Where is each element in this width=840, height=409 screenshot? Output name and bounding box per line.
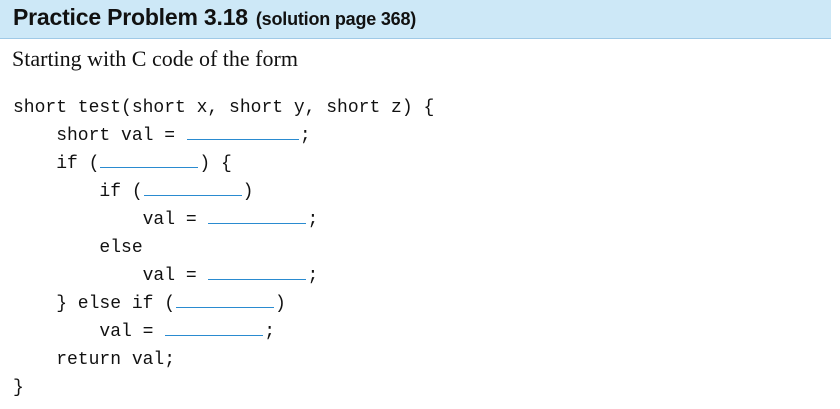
code-text: else <box>13 238 143 258</box>
code-text: ; <box>307 210 319 230</box>
code-line-6: else <box>13 234 434 262</box>
code-line-2: short val = ; <box>13 122 434 150</box>
fill-in-blank <box>143 179 242 196</box>
fill-in-blank <box>176 291 275 308</box>
code-text: ) <box>242 182 254 202</box>
code-line-7: val = ; <box>13 262 434 290</box>
fill-in-blank <box>186 123 299 140</box>
fill-in-blank <box>165 319 264 336</box>
code-line-3: if ( ) { <box>13 150 434 178</box>
code-text: ) { <box>199 154 232 174</box>
problem-header: Practice Problem 3.18 (solution page 368) <box>0 0 831 39</box>
code-text: ; <box>307 266 319 286</box>
code-text: ; <box>299 126 311 146</box>
fill-in-blank <box>100 151 199 168</box>
intro-text: Starting with C code of the form <box>12 46 298 71</box>
code-text: if ( <box>13 182 143 202</box>
solution-reference: (solution page 368) <box>255 9 417 29</box>
code-text: } else if ( <box>13 294 176 314</box>
problem-title-text: Practice Problem 3.18 <box>13 4 248 30</box>
code-line-1: short test(short x, short y, short z) { <box>13 94 434 122</box>
code-line-8: } else if () <box>13 290 434 318</box>
code-line-11: } <box>13 374 434 402</box>
code-text: val = <box>13 322 165 342</box>
code-block: short test(short x, short y, short z) { … <box>13 94 434 402</box>
code-text: short val = <box>13 126 186 146</box>
fill-in-blank <box>208 207 307 224</box>
code-line-4: if () <box>13 178 434 206</box>
code-line-5: val = ; <box>13 206 434 234</box>
problem-title: Practice Problem 3.18 (solution page 368) <box>13 4 416 31</box>
code-text: ; <box>264 322 276 342</box>
code-line-10: return val; <box>13 346 434 374</box>
code-text: short test(short x, short y, short z) { <box>13 98 435 118</box>
code-text: val = <box>13 210 208 230</box>
code-text: return val; <box>13 350 176 370</box>
code-text: val = <box>13 266 208 286</box>
code-text: } <box>13 378 24 398</box>
code-text: if ( <box>13 154 100 174</box>
code-line-9: val = ; <box>13 318 434 346</box>
code-text: ) <box>275 294 286 314</box>
fill-in-blank <box>208 263 307 280</box>
